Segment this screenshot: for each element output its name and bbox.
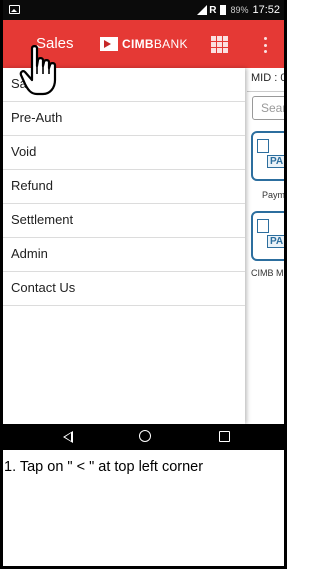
pay-badge: PA	[267, 235, 284, 248]
search-input[interactable]: Searc	[252, 96, 284, 120]
drawer-item-label: Refund	[11, 178, 53, 193]
frame-border-right	[284, 0, 287, 569]
clock: 17:52	[252, 4, 280, 16]
qr-code-icon	[257, 219, 269, 233]
payment-tile[interactable]: PA	[251, 131, 284, 181]
grid-menu-icon[interactable]	[211, 36, 228, 53]
logo-text: CIMBBANK	[122, 37, 188, 51]
instruction-caption: 1. Tap on " < " at top left corner	[4, 459, 204, 475]
cimb-pay-tile-label: CIMB M	[251, 268, 284, 278]
divider	[247, 91, 284, 92]
back-icon[interactable]	[63, 431, 73, 443]
logo-text-regular: BANK	[153, 37, 188, 51]
drawer-item-settlement[interactable]: Settlement	[3, 204, 245, 238]
drawer-item-label: Admin	[11, 246, 48, 261]
drawer-item-admin[interactable]: Admin	[3, 238, 245, 272]
cimb-bank-logo: CIMBBANK	[100, 36, 188, 52]
drawer-item-label: Settlement	[11, 212, 74, 227]
qr-code-icon	[257, 139, 269, 153]
merchant-id-label: MID : 00	[251, 72, 284, 84]
drawer-item-pre-auth[interactable]: Pre-Auth	[3, 102, 245, 136]
drawer-item-contact-us[interactable]: Contact Us	[3, 272, 245, 306]
navigation-drawer: Sales Pre-Auth Void Refund Settlement Ad…	[3, 68, 245, 424]
signal-icon	[197, 5, 208, 15]
pointing-hand-icon	[19, 45, 57, 96]
recent-apps-icon[interactable]	[219, 431, 230, 442]
status-bar: R 89% 17:52	[3, 0, 284, 20]
system-navigation-bar	[3, 424, 284, 450]
phone-screen: R 89% 17:52 Sales CIMBBANK MID : 00 Sear…	[3, 0, 284, 450]
drawer-item-label: Contact Us	[11, 280, 76, 295]
drawer-item-void[interactable]: Void	[3, 136, 245, 170]
drawer-item-label: Void	[11, 144, 37, 159]
drawer-item-refund[interactable]: Refund	[3, 170, 245, 204]
home-icon[interactable]	[139, 430, 151, 442]
logo-text-bold: CIMB	[122, 37, 154, 51]
battery-percent: 89%	[230, 5, 249, 15]
frame-border-left	[0, 0, 3, 569]
more-options-icon[interactable]	[264, 37, 267, 53]
network-indicator: R	[209, 4, 217, 16]
status-indicators: R 89% 17:52	[197, 3, 280, 17]
cimb-logo-mark-icon	[100, 37, 118, 51]
payment-tile-label: Paym	[262, 190, 284, 200]
cimb-pay-tile[interactable]: PA	[251, 211, 284, 261]
gallery-notification-icon	[9, 5, 20, 14]
pay-badge: PA	[267, 155, 284, 168]
search-placeholder: Searc	[261, 101, 284, 115]
drawer-item-label: Pre-Auth	[11, 110, 63, 125]
battery-icon	[220, 5, 227, 15]
